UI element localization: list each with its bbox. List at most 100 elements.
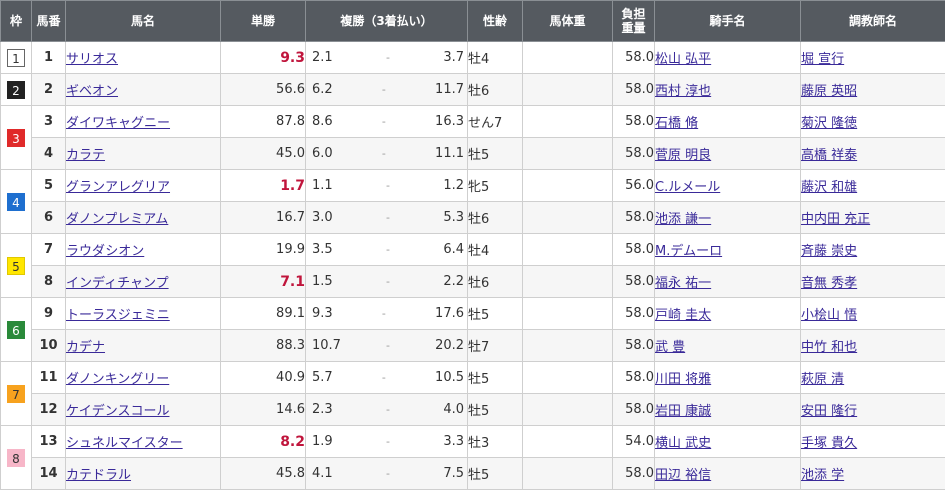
burden-weight: 54.0 — [613, 426, 655, 458]
horse-name-link[interactable]: インディチャンプ — [66, 276, 169, 291]
table-row: 33ダイワキャグニー87.88.6-16.3せん758.0石橋 脩菊沢 隆徳 — [1, 106, 945, 138]
jockey-link[interactable]: 松山 弘平 — [655, 52, 711, 67]
horse-name-link[interactable]: カデナ — [66, 340, 105, 355]
horse-number: 3 — [32, 106, 66, 138]
waku-cell: 8 — [1, 426, 32, 490]
place-odds-separator: - — [386, 403, 390, 416]
place-odds-cell: 3.0-5.3 — [306, 202, 468, 234]
jockey-cell: 戸崎 圭太 — [655, 298, 801, 330]
horse-name-link[interactable]: ダノンプレミアム — [66, 212, 168, 227]
jockey-link[interactable]: 横山 武史 — [655, 436, 711, 451]
jockey-link[interactable]: 福永 祐一 — [655, 276, 711, 291]
place-odds-separator: - — [382, 115, 386, 128]
win-odds: 19.9 — [221, 234, 306, 266]
burden-weight: 58.0 — [613, 42, 655, 74]
trainer-link[interactable]: 藤原 英昭 — [801, 84, 857, 99]
horse-name-link[interactable]: ラウダシオン — [66, 244, 144, 259]
jockey-link[interactable]: 池添 謙一 — [655, 212, 711, 227]
place-odds-min: 6.0 — [312, 146, 333, 161]
body-weight — [523, 426, 613, 458]
jockey-link[interactable]: 川田 将雅 — [655, 372, 711, 387]
horse-name-link[interactable]: カラテ — [66, 148, 105, 163]
jockey-link[interactable]: 武 豊 — [655, 340, 685, 355]
horse-name-link[interactable]: シュネルマイスター — [66, 436, 183, 451]
place-odds-max: 20.2 — [435, 338, 464, 353]
horse-name-cell: インディチャンプ — [66, 266, 221, 298]
place-odds-separator: - — [386, 339, 390, 352]
burden-weight: 58.0 — [613, 234, 655, 266]
horse-name-link[interactable]: ダイワキャグニー — [66, 116, 170, 131]
trainer-link[interactable]: 菊沢 隆徳 — [801, 116, 857, 131]
place-odds-min: 1.9 — [312, 434, 333, 449]
jockey-cell: M.デムーロ — [655, 234, 801, 266]
jockey-link[interactable]: C.ルメール — [655, 180, 720, 195]
header-place: 複勝（3着払い） — [306, 1, 468, 42]
jockey-link[interactable]: 菅原 明良 — [655, 148, 711, 163]
place-odds-separator: - — [386, 435, 390, 448]
place-odds-max: 16.3 — [435, 114, 464, 129]
trainer-link[interactable]: 萩原 清 — [801, 372, 844, 387]
horse-name-link[interactable]: サリオス — [66, 52, 118, 67]
horse-name-link[interactable]: トーラスジェミニ — [66, 308, 170, 323]
body-weight — [523, 298, 613, 330]
trainer-cell: 手塚 貴久 — [801, 426, 945, 458]
burden-weight: 56.0 — [613, 170, 655, 202]
table-row: 57ラウダシオン19.93.5-6.4牡458.0M.デムーロ斉藤 崇史 — [1, 234, 945, 266]
horse-name-link[interactable]: ギベオン — [66, 84, 118, 99]
sex-age: 牡6 — [468, 74, 523, 106]
waku-badge: 8 — [7, 449, 25, 467]
win-odds: 16.7 — [221, 202, 306, 234]
header-trainer: 調教師名 — [801, 1, 945, 42]
jockey-link[interactable]: 岩田 康誠 — [655, 404, 711, 419]
jockey-link[interactable]: M.デムーロ — [655, 244, 722, 259]
waku-cell: 3 — [1, 106, 32, 170]
trainer-link[interactable]: 中竹 和也 — [801, 340, 857, 355]
trainer-link[interactable]: 手塚 貴久 — [801, 436, 857, 451]
jockey-link[interactable]: 田辺 裕信 — [655, 468, 711, 483]
horse-number: 1 — [32, 42, 66, 74]
trainer-link[interactable]: 池添 学 — [801, 468, 844, 483]
jockey-link[interactable]: 石橋 脩 — [655, 116, 698, 131]
place-odds-max: 3.7 — [443, 50, 464, 65]
win-odds: 9.3 — [221, 42, 306, 74]
jockey-cell: 川田 将雅 — [655, 362, 801, 394]
horse-name-link[interactable]: カテドラル — [66, 468, 131, 483]
waku-badge: 3 — [7, 129, 25, 147]
win-odds: 8.2 — [221, 426, 306, 458]
trainer-link[interactable]: 高橋 祥泰 — [801, 148, 857, 163]
trainer-cell: 堀 宣行 — [801, 42, 945, 74]
waku-badge: 4 — [7, 193, 25, 211]
horse-name-link[interactable]: グランアレグリア — [66, 180, 170, 195]
place-odds-min: 1.1 — [312, 178, 333, 193]
trainer-cell: 菊沢 隆徳 — [801, 106, 945, 138]
horse-number: 14 — [32, 458, 66, 490]
body-weight — [523, 266, 613, 298]
trainer-link[interactable]: 藤沢 和雄 — [801, 180, 857, 195]
trainer-link[interactable]: 中内田 充正 — [801, 212, 870, 227]
header-waku: 枠 — [1, 1, 32, 42]
jockey-link[interactable]: 西村 淳也 — [655, 84, 711, 99]
table-row: 69トーラスジェミニ89.19.3-17.6牡558.0戸崎 圭太小桧山 悟 — [1, 298, 945, 330]
sex-age: 牡7 — [468, 330, 523, 362]
place-odds-min: 9.3 — [312, 306, 333, 321]
burden-weight: 58.0 — [613, 330, 655, 362]
place-odds-min: 2.3 — [312, 402, 333, 417]
horse-number: 2 — [32, 74, 66, 106]
sex-age: 牡5 — [468, 138, 523, 170]
trainer-link[interactable]: 音無 秀孝 — [801, 276, 857, 291]
horse-name-link[interactable]: ダノンキングリー — [66, 372, 169, 387]
trainer-link[interactable]: 堀 宣行 — [801, 52, 844, 67]
trainer-link[interactable]: 安田 隆行 — [801, 404, 857, 419]
jockey-cell: 横山 武史 — [655, 426, 801, 458]
place-odds-separator: - — [386, 467, 390, 480]
waku-cell: 6 — [1, 298, 32, 362]
trainer-link[interactable]: 斉藤 崇史 — [801, 244, 857, 259]
jockey-cell: C.ルメール — [655, 170, 801, 202]
trainer-link[interactable]: 小桧山 悟 — [801, 308, 857, 323]
jockey-link[interactable]: 戸崎 圭太 — [655, 308, 711, 323]
place-odds-separator: - — [386, 275, 390, 288]
horse-name-link[interactable]: ケイデンスコール — [66, 404, 169, 419]
waku-badge: 2 — [7, 81, 25, 99]
jockey-cell: 岩田 康誠 — [655, 394, 801, 426]
body-weight — [523, 330, 613, 362]
